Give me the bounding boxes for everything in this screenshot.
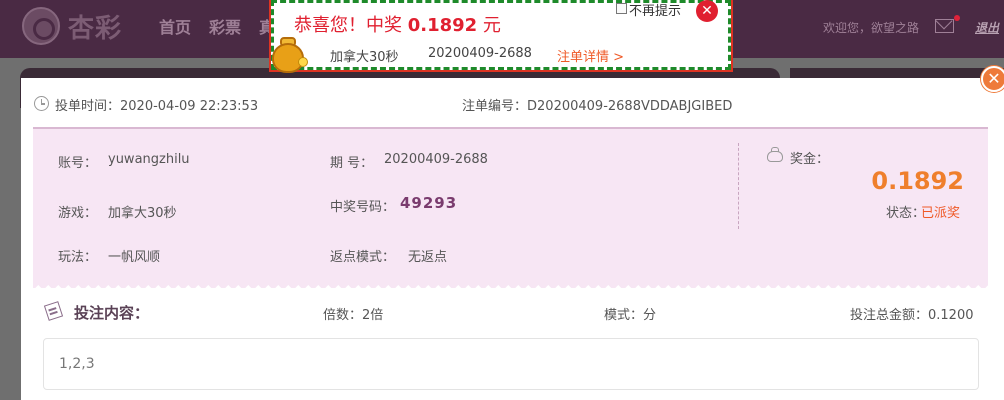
- play-label: 玩法：: [58, 250, 98, 265]
- logout-link[interactable]: 退出: [975, 19, 999, 36]
- bet-time: 投单时间：2020-04-09 22:23:53: [55, 99, 259, 114]
- win-issue: 20200409-2688: [428, 46, 532, 61]
- unread-dot: [954, 15, 960, 21]
- site-logo[interactable]: 杏彩: [22, 6, 132, 46]
- issue-value: 20200409-2688: [384, 152, 488, 167]
- bet-detail-modal: 投单时间：2020-04-09 22:23:53 注单编号：D20200409-…: [21, 78, 1004, 400]
- logo-icon: [22, 7, 60, 45]
- order-number: 注单编号：D20200409-2688VDDABJGIBED: [462, 99, 733, 114]
- zigzag-edge: [33, 282, 988, 288]
- mode-info: 模式：分: [604, 308, 657, 323]
- win-close-button[interactable]: ✕: [696, 0, 718, 22]
- win-game: 加拿大30秒: [330, 50, 399, 65]
- mail-icon[interactable]: [935, 19, 954, 33]
- status-value: 已派奖: [921, 206, 961, 221]
- prize-amount: 0.1892: [871, 167, 964, 195]
- winning-number-value: 49293: [400, 194, 458, 212]
- status-label: 状态：: [886, 206, 926, 221]
- winning-number-label: 中奖号码：: [330, 200, 396, 215]
- rebate-label: 返点模式：: [330, 250, 396, 265]
- account-value: yuwangzhilu: [108, 152, 190, 167]
- play-value: 一帆风顺: [108, 250, 161, 265]
- bet-slip-icon: [43, 301, 64, 321]
- multiple-info: 倍数：2倍: [323, 308, 384, 323]
- bet-content-value: 1,2,3: [59, 356, 95, 372]
- win-amount: 0.1892: [407, 15, 478, 36]
- account-label: 账号：: [58, 156, 98, 171]
- coin-bag-icon: [268, 35, 308, 75]
- money-bag-icon: [766, 147, 784, 162]
- game-value: 加拿大30秒: [108, 206, 177, 221]
- bet-info-panel: 账号： yuwangzhilu 游戏： 加拿大30秒 玩法： 一帆风顺 期 号：…: [33, 129, 988, 288]
- issue-label: 期 号：: [330, 156, 374, 171]
- clock-icon: [34, 96, 49, 111]
- welcome-text: 欢迎您，欲望之路: [823, 21, 920, 35]
- modal-close-button[interactable]: ✕: [981, 66, 1004, 92]
- bet-detail-link[interactable]: 注单详情 >: [557, 46, 624, 65]
- game-label: 游戏：: [58, 206, 98, 221]
- win-title: 恭喜您！中奖 0.1892 元: [294, 15, 501, 36]
- vertical-divider: [738, 143, 739, 229]
- win-notification: 恭喜您！中奖 0.1892 元 不再提示 ✕ 加拿大30秒 20200409-2…: [271, 0, 731, 73]
- rebate-value: 无返点: [408, 250, 448, 265]
- prize-label: 奖金：: [790, 152, 830, 167]
- nav-lottery[interactable]: 彩票: [209, 14, 241, 38]
- bet-content-title: 投注内容：: [74, 304, 150, 322]
- no-remind-checkbox[interactable]: [616, 3, 627, 14]
- logo-text: 杏彩: [68, 13, 123, 44]
- total-amount: 投注总金额：0.1200: [850, 308, 974, 323]
- nav-home[interactable]: 首页: [159, 14, 191, 38]
- no-remind-label[interactable]: 不再提示: [629, 0, 681, 19]
- bet-content-box: 1,2,3: [43, 338, 979, 390]
